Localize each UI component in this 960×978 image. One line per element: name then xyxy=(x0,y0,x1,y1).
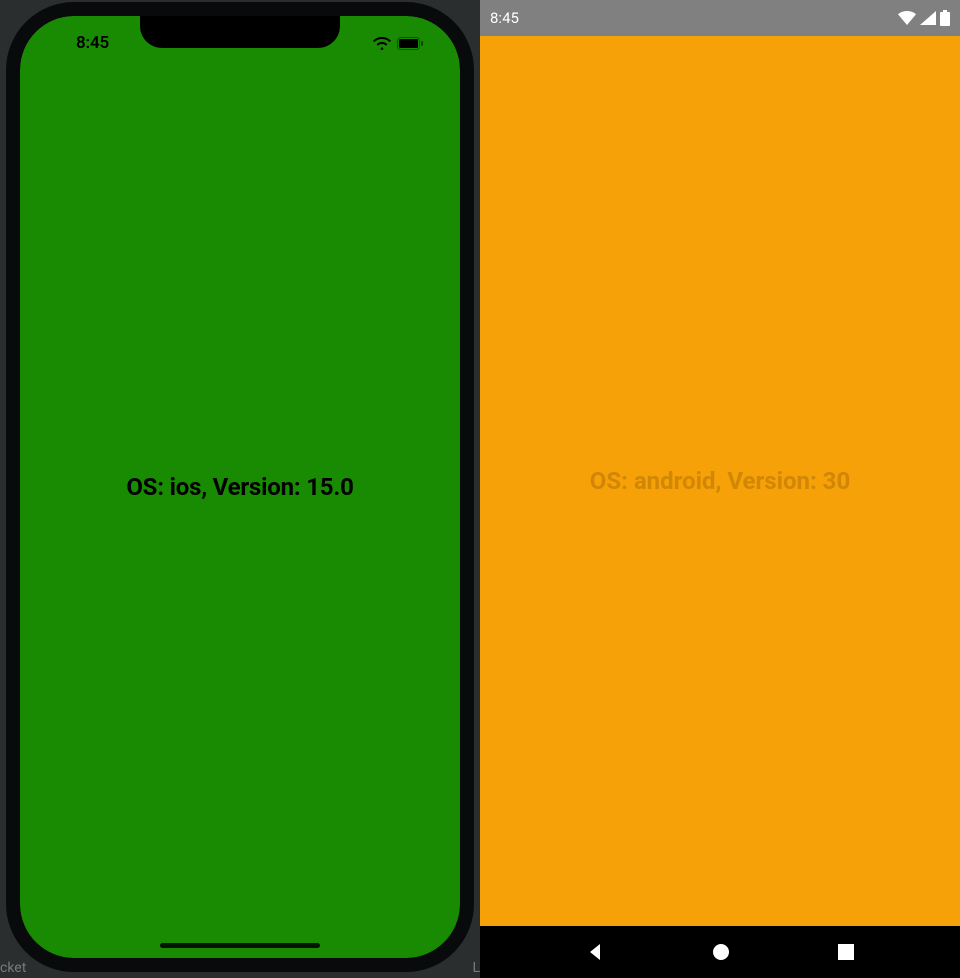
background-text-right: L xyxy=(472,960,480,976)
android-status-icons xyxy=(898,10,950,26)
android-os-version-label: OS: android, Version: 30 xyxy=(590,467,850,495)
back-icon[interactable] xyxy=(586,942,606,962)
android-status-time: 8:45 xyxy=(490,9,519,27)
ios-status-time: 8:45 xyxy=(52,33,109,53)
wifi-icon xyxy=(373,37,391,50)
ios-status-icons xyxy=(373,37,428,50)
android-emulator: 8:45 OS: android, Version: 30 xyxy=(480,0,960,978)
android-status-bar: 8:45 xyxy=(480,0,960,36)
ios-simulator: cket L 8:45 OS: ios, Version: 15.0 xyxy=(0,0,480,978)
home-icon[interactable] xyxy=(711,942,731,962)
background-text-left: cket xyxy=(0,960,26,976)
battery-icon xyxy=(397,37,424,50)
recent-icon[interactable] xyxy=(837,943,855,961)
iphone-home-indicator[interactable] xyxy=(160,943,320,948)
battery-icon xyxy=(940,10,950,26)
iphone-screen[interactable]: 8:45 OS: ios, Version: 15.0 xyxy=(20,16,460,958)
android-nav-bar xyxy=(480,926,960,978)
android-screen[interactable]: OS: android, Version: 30 xyxy=(480,36,960,926)
signal-icon xyxy=(920,11,936,25)
ios-status-bar: 8:45 xyxy=(20,28,460,58)
wifi-icon xyxy=(898,11,916,25)
ios-os-version-label: OS: ios, Version: 15.0 xyxy=(126,473,353,501)
iphone-frame: 8:45 OS: ios, Version: 15.0 xyxy=(6,2,474,972)
